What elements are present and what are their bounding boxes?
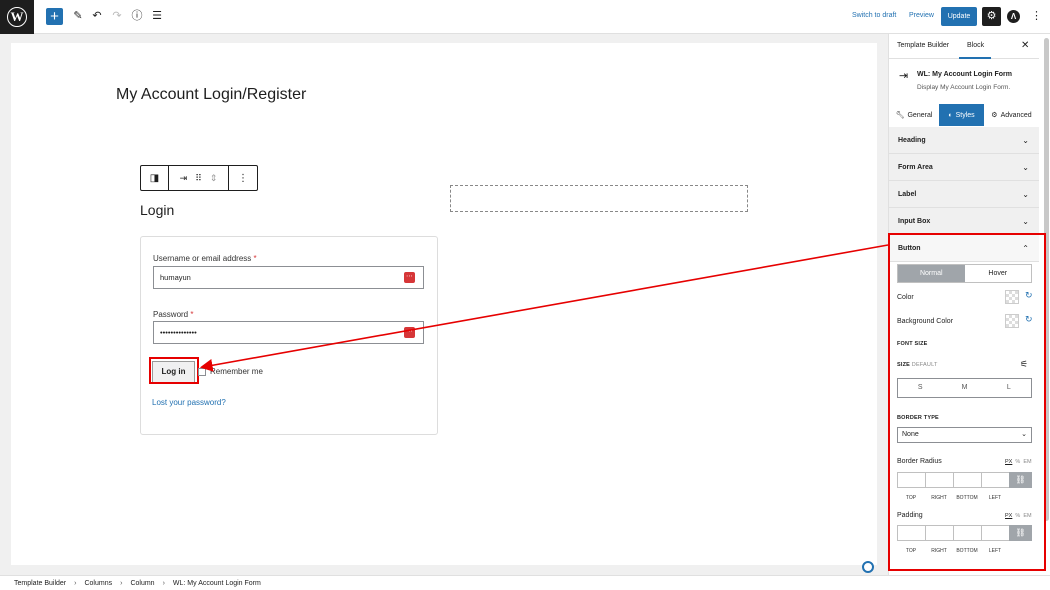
chevron-down-icon: ⌄ xyxy=(1022,163,1029,172)
undo-icon[interactable]: ↶ xyxy=(90,8,104,25)
block-breadcrumb: Template Builder › Columns › Column › WL: M… xyxy=(0,575,1050,590)
columns-parent-icon[interactable]: ◨ xyxy=(141,166,169,190)
password-value: •••••••••••••• xyxy=(160,328,197,337)
astra-icon[interactable]: Λ xyxy=(1007,10,1020,23)
tab-block[interactable]: Block xyxy=(967,42,984,49)
breadcrumb-item[interactable]: Template Builder xyxy=(14,580,66,587)
lost-password-link[interactable]: Lost your password? xyxy=(152,398,226,407)
update-button[interactable]: Update xyxy=(941,7,977,26)
username-value: humayun xyxy=(160,273,191,282)
remember-me-label: Remember me xyxy=(210,367,263,376)
pencil-icon[interactable]: ✎ xyxy=(71,8,85,25)
styles-icon: ◐ xyxy=(948,111,953,119)
panel-form-area[interactable]: Form Area ⌄ xyxy=(889,154,1039,181)
list-view-icon[interactable]: ☰ xyxy=(150,8,164,25)
panel-input-box[interactable]: Input Box ⌄ xyxy=(889,208,1039,235)
tab-general-label: General xyxy=(907,111,933,119)
breadcrumb-item[interactable]: WL: My Account Login Form xyxy=(173,580,261,587)
tab-styles-label: Styles xyxy=(955,111,975,119)
highlight-box-button-panel xyxy=(888,233,1046,571)
help-circle-icon[interactable] xyxy=(862,561,874,573)
panel-heading[interactable]: Heading ⌄ xyxy=(889,127,1039,154)
move-up-down-icon[interactable]: ⇕ xyxy=(210,173,218,184)
password-label: Password * xyxy=(153,310,193,319)
remember-me-row[interactable]: Remember me xyxy=(198,367,263,376)
page-title[interactable]: My Account Login/Register xyxy=(116,86,306,104)
chevron-down-icon: ⌄ xyxy=(1022,217,1029,226)
tab-styles[interactable]: ◐ Styles xyxy=(939,104,984,126)
password-label-text: Password xyxy=(153,310,189,319)
login-heading: Login xyxy=(140,202,175,218)
gear-icon: ⚙ xyxy=(991,112,998,119)
switch-to-draft-button[interactable]: Switch to draft xyxy=(852,12,896,19)
breadcrumb-chevron-icon: › xyxy=(120,579,123,587)
highlight-box-login-button xyxy=(149,357,199,384)
drag-handle-icon[interactable]: ⠿ xyxy=(195,173,202,184)
login-block-icon: ⇥ xyxy=(179,172,188,183)
password-manager-icon[interactable]: ⋯ xyxy=(404,272,415,283)
username-label: Username or email address * xyxy=(153,254,257,263)
breadcrumb-item[interactable]: Columns xyxy=(84,580,112,587)
panel-label[interactable]: Label ⌄ xyxy=(889,181,1039,208)
block-mover[interactable]: ⇥ ⠿ ⇕ xyxy=(169,166,229,190)
tab-advanced-label: Advanced xyxy=(1000,111,1032,119)
username-label-text: Username or email address xyxy=(153,254,252,263)
required-mark: * xyxy=(190,310,194,319)
block-settings-tabs: 🔧︎ General ◐ Styles ⚙ Advanced xyxy=(889,104,1039,126)
panel-label-label: Label xyxy=(898,191,917,198)
panel-form-area-label: Form Area xyxy=(898,164,933,171)
breadcrumb-chevron-icon: › xyxy=(74,579,77,587)
remember-me-checkbox[interactable] xyxy=(198,367,206,376)
active-tab-indicator xyxy=(959,57,991,59)
password-manager-icon[interactable]: ⋯ xyxy=(404,327,415,338)
wordpress-logo-icon[interactable]: W xyxy=(0,0,34,34)
wrench-icon: 🔧︎ xyxy=(895,112,905,119)
tab-advanced[interactable]: ⚙ Advanced xyxy=(984,104,1039,126)
redo-icon[interactable]: ↷ xyxy=(110,8,124,25)
panel-heading-label: Heading xyxy=(898,137,926,144)
more-vertical-icon[interactable]: ⋮ xyxy=(1031,8,1042,25)
breadcrumb-chevron-icon: › xyxy=(162,579,165,587)
info-icon[interactable]: ⓘ xyxy=(130,8,144,25)
tab-template-builder[interactable]: Template Builder xyxy=(897,42,949,49)
preview-button[interactable]: Preview xyxy=(909,12,934,19)
empty-column-placeholder[interactable] xyxy=(450,185,748,212)
block-description: Display My Account Login Form. xyxy=(917,84,1011,91)
editor-top-bar: W + ✎ ↶ ↷ ⓘ ☰ Switch to draft Preview Up… xyxy=(0,0,1050,34)
block-options-icon[interactable]: ⋮ xyxy=(229,166,257,190)
sidebar-tabs: Template Builder Block ✕ xyxy=(889,34,1039,59)
username-input[interactable]: humayun ⋯ xyxy=(153,266,424,289)
chevron-down-icon: ⌄ xyxy=(1022,190,1029,199)
breadcrumb-item[interactable]: Column xyxy=(130,580,154,587)
wordpress-logo-glyph: W xyxy=(7,7,27,27)
login-block-icon: ⇥ xyxy=(899,70,909,82)
gear-icon[interactable]: ⚙ xyxy=(982,7,1001,26)
add-block-button[interactable]: + xyxy=(46,8,63,25)
password-input[interactable]: •••••••••••••• ⋯ xyxy=(153,321,424,344)
tab-general[interactable]: 🔧︎ General xyxy=(889,104,939,126)
chevron-down-icon: ⌄ xyxy=(1022,136,1029,145)
block-toolbar: ◨ ⇥ ⠿ ⇕ ⋮ xyxy=(140,165,258,191)
required-mark: * xyxy=(253,254,257,263)
close-icon[interactable]: ✕ xyxy=(1021,40,1029,51)
panel-input-box-label: Input Box xyxy=(898,218,931,225)
block-title: WL: My Account Login Form xyxy=(917,71,1013,78)
